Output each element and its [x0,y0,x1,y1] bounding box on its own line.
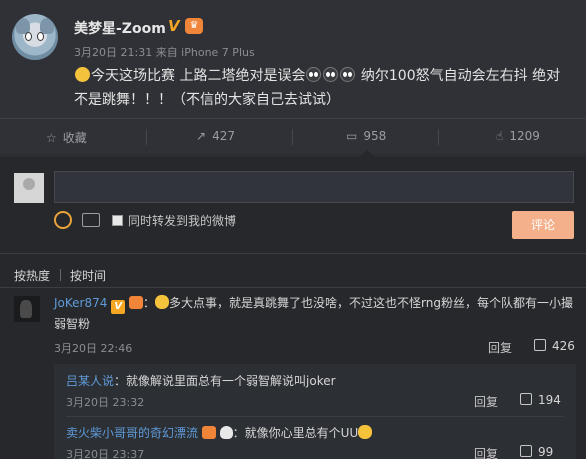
emoji-picker-icon[interactable] [54,211,72,229]
skull-emoji-icon [219,426,233,439]
reply-button[interactable]: 回复 [474,393,498,410]
reply-text: ：就像解说里面总有一个弱智解说叫joker [114,374,336,388]
comment-like-button[interactable]: 426 [534,339,575,353]
author-avatar[interactable] [12,14,58,60]
member-badge-icon [129,296,144,309]
reply-time: 3月20日 23:32 [66,396,145,409]
also-forward-checkbox[interactable] [112,215,123,226]
eyes-emoji-icon [340,67,356,82]
post-text: 今天这场比赛 上路二塔绝对是误会 纳尔100怒气自动会左右抖 绝对不是跳舞！！！… [74,64,574,112]
active-tab-indicator [360,150,374,157]
member-badge-icon [201,426,216,439]
post-action-bar: ☆ 收藏 ↗ 427 ▭ 958 ☝ 1209 [0,118,586,154]
forward-icon: ↗ [196,129,207,143]
forward-count: 427 [212,129,235,143]
comment-section: 同时转发到我的微博 评论 按热度 按时间 JoKer874 V ：多大点事，就是… [0,157,586,459]
post-meta: 3月20日 21:31 来自 iPhone 7 Plus [74,46,255,59]
divider [146,129,147,145]
favorite-label: 收藏 [62,131,87,145]
eyes-emoji-icon [323,67,339,82]
divider [0,287,586,288]
post-card: 美梦星-Zoom V ♛ 3月20日 21:31 来自 iPhone 7 Plu… [0,0,586,118]
comment-time: 3月20日 22:46 [54,342,133,355]
reply-list: 吕某人说：就像解说里面总有一个弱智解说叫joker 3月20日 23:32 回复… [54,364,576,459]
list-item: 卖火柴小哥哥的奇幻漂流 ：就像你心里总有个UU [66,424,373,441]
comment-body: JoKer874 V ：多大点事，就是真跳舞了也没啥，不过这也不怪rng粉丝，每… [54,295,573,331]
like-button[interactable]: ☝ 1209 [496,129,540,143]
favorite-button[interactable]: ☆ 收藏 [46,129,87,146]
commenter-avatar[interactable] [14,296,40,322]
like-count: 1209 [509,129,540,143]
divider [292,129,293,145]
eyes-emoji-icon [306,67,322,82]
divider [66,416,564,417]
my-avatar [14,173,44,203]
avatar-eye [25,32,32,41]
cry-laugh-emoji-icon [75,67,90,82]
submit-comment-button[interactable]: 评论 [512,211,574,239]
member-badge-icon[interactable]: ♛ [185,18,203,34]
thumbs-up-icon: ☝ [496,129,504,143]
commenter-name[interactable]: JoKer874 [54,296,107,310]
comment-input[interactable] [54,171,574,203]
reply-likes: 194 [538,393,561,407]
forward-button[interactable]: ↗ 427 [196,129,235,143]
replier-name[interactable]: 吕某人说 [66,374,114,388]
verified-v-icon: V [111,300,126,314]
thumbs-up-icon [520,445,532,457]
verified-v-icon[interactable]: V [168,17,185,35]
post-text-part1: 今天这场比赛 上路二塔绝对是误会 [91,68,306,84]
comment-likes: 426 [552,339,575,353]
star-icon: ☆ [46,131,57,145]
reply-like-button[interactable]: 194 [520,393,561,407]
sort-by-hot-tab[interactable]: 按热度 [14,267,50,284]
sort-separator [60,269,61,281]
list-item: 吕某人说：就像解说里面总有一个弱智解说叫joker [66,372,336,389]
reply-time: 3月20日 23:37 [66,448,145,459]
replier-name[interactable]: 卖火柴小哥哥的奇幻漂流 [66,426,198,440]
divider [0,253,586,254]
also-forward-label: 同时转发到我的微博 [128,214,237,228]
divider [438,129,439,145]
reply-button[interactable]: 回复 [488,339,512,356]
avatar-eye [37,32,44,41]
reply-button[interactable]: 回复 [474,445,498,459]
cat-emoji-icon [155,295,170,309]
comment-count: 958 [363,129,387,143]
reply-like-button[interactable]: 99 [520,445,553,459]
cat-emoji-icon [358,425,373,439]
reply-likes: 99 [538,445,554,459]
thumbs-up-icon [534,339,546,351]
comment-button[interactable]: ▭ 958 [346,129,386,143]
sort-by-time-tab[interactable]: 按时间 [70,267,106,284]
reply-text: ：就像你心里总有个UU [232,426,359,440]
author-name[interactable]: 美梦星-Zoom [74,18,166,38]
comment-icon: ▭ [346,129,358,143]
thumbs-up-icon [520,393,532,405]
image-upload-icon[interactable] [82,213,100,227]
